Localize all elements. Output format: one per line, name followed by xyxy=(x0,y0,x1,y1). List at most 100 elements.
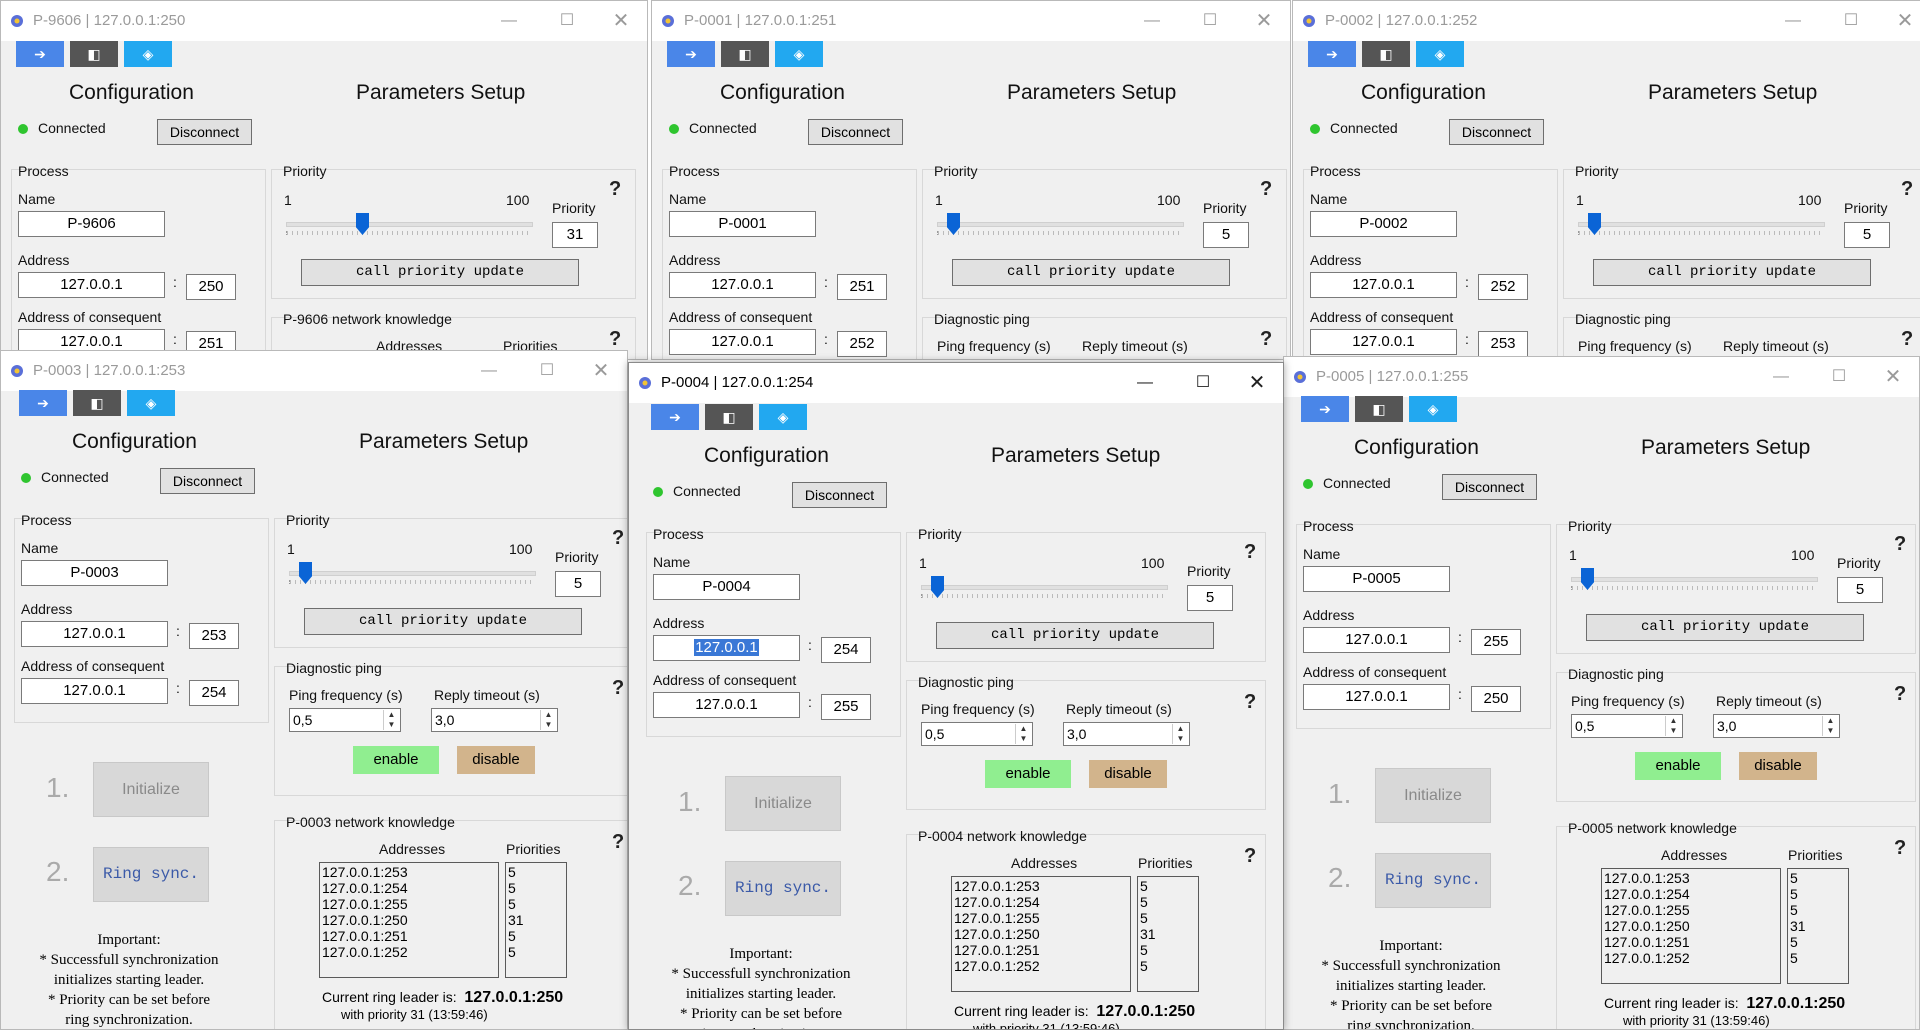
call-priority-update-button[interactable]: call priority update xyxy=(304,608,582,635)
token-icon[interactable]: ◧ xyxy=(721,41,769,67)
priorities-list[interactable]: 5 5 5 31 5 5 xyxy=(505,862,567,978)
list-item[interactable]: 31 xyxy=(1790,918,1846,934)
close-icon[interactable]: ✕ xyxy=(579,357,623,385)
name-field[interactable]: P-0004 xyxy=(653,574,800,600)
help-icon[interactable]: ? xyxy=(1260,178,1272,201)
close-icon[interactable]: ✕ xyxy=(599,7,643,35)
maximize-icon[interactable]: ☐ xyxy=(545,7,589,35)
list-item[interactable]: 5 xyxy=(1140,910,1196,926)
name-field[interactable]: P-0005 xyxy=(1303,566,1450,592)
list-item[interactable]: 5 xyxy=(1140,878,1196,894)
consequent-address-field[interactable]: 127.0.0.1 xyxy=(669,329,816,355)
help-icon[interactable]: ? xyxy=(1244,691,1256,714)
diamond-icon[interactable]: ◈ xyxy=(1409,396,1457,422)
port-field[interactable]: 255 xyxy=(1471,629,1521,655)
list-item[interactable]: 127.0.0.1:254 xyxy=(954,894,1128,910)
initialize-button[interactable]: Initialize xyxy=(1375,768,1491,823)
priority-field[interactable]: 5 xyxy=(555,571,601,597)
call-priority-update-button[interactable]: call priority update xyxy=(1586,614,1864,641)
help-icon[interactable]: ? xyxy=(609,328,621,351)
list-item[interactable]: 127.0.0.1:250 xyxy=(322,912,496,928)
consequent-address-field[interactable]: 127.0.0.1 xyxy=(21,678,168,704)
help-icon[interactable]: ? xyxy=(1260,328,1272,351)
consequent-address-field[interactable]: 127.0.0.1 xyxy=(653,692,800,718)
enable-button[interactable]: enable xyxy=(985,760,1071,788)
list-item[interactable]: 31 xyxy=(508,912,564,928)
name-field[interactable]: P-0001 xyxy=(669,211,816,237)
list-item[interactable]: 127.0.0.1:250 xyxy=(1604,918,1778,934)
call-priority-update-button[interactable]: call priority update xyxy=(1593,259,1871,286)
list-item[interactable]: 127.0.0.1:252 xyxy=(1604,950,1778,966)
consequent-port-field[interactable]: 252 xyxy=(837,331,887,357)
help-icon[interactable]: ? xyxy=(1901,328,1913,351)
token-icon[interactable]: ◧ xyxy=(70,41,118,67)
ping-frequency-spinner[interactable]: 0,5 ▲ ▼ xyxy=(921,722,1033,746)
spinner-arrows-icon[interactable]: ▲ ▼ xyxy=(383,710,399,730)
enable-button[interactable]: enable xyxy=(1635,752,1721,780)
minimize-icon[interactable]: — xyxy=(1771,7,1815,35)
help-icon[interactable]: ? xyxy=(612,677,624,700)
ring-arrow-icon[interactable]: ➔ xyxy=(1308,41,1356,67)
priority-field[interactable]: 5 xyxy=(1837,577,1883,603)
list-item[interactable]: 127.0.0.1:254 xyxy=(1604,886,1778,902)
help-icon[interactable]: ? xyxy=(1894,683,1906,706)
maximize-icon[interactable]: ☐ xyxy=(525,357,569,385)
disable-button[interactable]: disable xyxy=(1739,752,1817,780)
help-icon[interactable]: ? xyxy=(612,831,624,854)
port-field[interactable]: 254 xyxy=(821,637,871,663)
disconnect-button[interactable]: Disconnect xyxy=(157,119,252,145)
token-icon[interactable]: ◧ xyxy=(1362,41,1410,67)
list-item[interactable]: 5 xyxy=(508,896,564,912)
disconnect-button[interactable]: Disconnect xyxy=(792,482,887,508)
priority-field[interactable]: 5 xyxy=(1203,222,1249,248)
list-item[interactable]: 127.0.0.1:252 xyxy=(954,958,1128,974)
name-field[interactable]: P-0003 xyxy=(21,560,168,586)
list-item[interactable]: 5 xyxy=(1140,942,1196,958)
enable-button[interactable]: enable xyxy=(353,746,439,774)
name-field[interactable]: P-0002 xyxy=(1310,211,1457,237)
disconnect-button[interactable]: Disconnect xyxy=(1442,474,1537,500)
diamond-icon[interactable]: ◈ xyxy=(759,404,807,430)
maximize-icon[interactable]: ☐ xyxy=(1188,7,1232,35)
maximize-icon[interactable]: ☐ xyxy=(1817,363,1861,391)
ring-arrow-icon[interactable]: ➔ xyxy=(16,41,64,67)
list-item[interactable]: 5 xyxy=(1140,894,1196,910)
priority-field[interactable]: 5 xyxy=(1187,585,1233,611)
token-icon[interactable]: ◧ xyxy=(73,390,121,416)
list-item[interactable]: 5 xyxy=(508,944,564,960)
help-icon[interactable]: ? xyxy=(609,178,621,201)
help-icon[interactable]: ? xyxy=(1894,837,1906,860)
ring-sync-button[interactable]: Ring sync. xyxy=(93,847,209,902)
spinner-arrows-icon[interactable]: ▲ ▼ xyxy=(540,710,556,730)
list-item[interactable]: 127.0.0.1:255 xyxy=(1604,902,1778,918)
list-item[interactable]: 127.0.0.1:251 xyxy=(1604,934,1778,950)
addresses-list[interactable]: 127.0.0.1:253 127.0.0.1:254 127.0.0.1:25… xyxy=(319,862,499,978)
minimize-icon[interactable]: — xyxy=(487,7,531,35)
list-item[interactable]: 5 xyxy=(1790,934,1846,950)
help-icon[interactable]: ? xyxy=(1901,178,1913,201)
disable-button[interactable]: disable xyxy=(457,746,535,774)
call-priority-update-button[interactable]: call priority update xyxy=(952,259,1230,286)
help-icon[interactable]: ? xyxy=(1244,845,1256,868)
minimize-icon[interactable]: — xyxy=(1759,363,1803,391)
disconnect-button[interactable]: Disconnect xyxy=(160,468,255,494)
ring-arrow-icon[interactable]: ➔ xyxy=(19,390,67,416)
list-item[interactable]: 127.0.0.1:251 xyxy=(322,928,496,944)
close-icon[interactable]: ✕ xyxy=(1242,7,1286,35)
consequent-port-field[interactable]: 250 xyxy=(1471,686,1521,712)
list-item[interactable]: 5 xyxy=(508,880,564,896)
list-item[interactable]: 5 xyxy=(1790,870,1846,886)
list-item[interactable]: 5 xyxy=(508,864,564,880)
list-item[interactable]: 127.0.0.1:255 xyxy=(954,910,1128,926)
address-field[interactable]: 127.0.0.1 xyxy=(669,272,816,298)
help-icon[interactable]: ? xyxy=(1894,533,1906,556)
help-icon[interactable]: ? xyxy=(1244,541,1256,564)
priorities-list[interactable]: 5 5 5 31 5 5 xyxy=(1137,876,1199,992)
list-item[interactable]: 5 xyxy=(1790,950,1846,966)
disconnect-button[interactable]: Disconnect xyxy=(1449,119,1544,145)
minimize-icon[interactable]: — xyxy=(1123,369,1167,397)
name-field[interactable]: P-9606 xyxy=(18,211,165,237)
spinner-arrows-icon[interactable]: ▲ ▼ xyxy=(1015,724,1031,744)
list-item[interactable]: 127.0.0.1:253 xyxy=(954,878,1128,894)
list-item[interactable]: 127.0.0.1:253 xyxy=(1604,870,1778,886)
